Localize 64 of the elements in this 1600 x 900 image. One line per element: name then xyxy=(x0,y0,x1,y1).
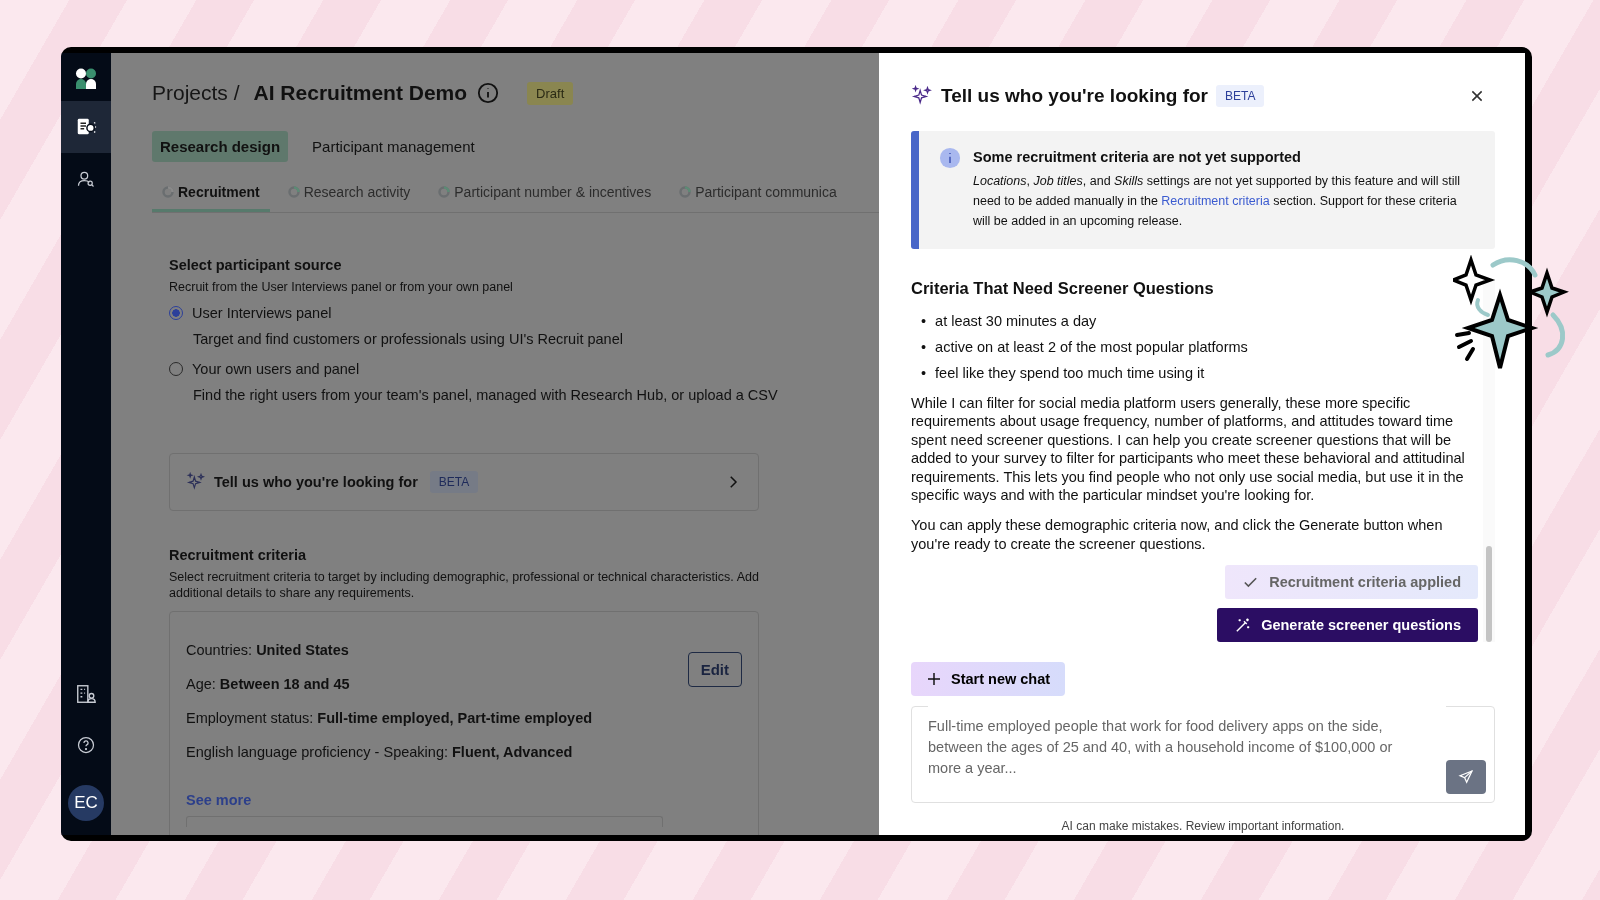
progress-ring-icon xyxy=(679,186,692,198)
recruitment-criteria-link[interactable]: Recruitment criteria xyxy=(1161,194,1270,208)
alert-text: Locations, Job titles, and Skills settings are not yet supported by this feature and will still need to be added manually in the Recruitment criteria section. Support for these criteria will be added in an upcoming release. xyxy=(973,173,1462,230)
bullet-item: feel like they spend too much time using it xyxy=(935,364,1205,383)
criteria-item: English language proficiency - Speaking: Fluent, Advanced xyxy=(186,744,574,760)
option-description: Target and find customers or professionals using UI's Recruit panel xyxy=(193,331,624,347)
option-label: User Interviews panel xyxy=(192,305,332,321)
building-people-icon[interactable] xyxy=(75,683,97,705)
message-paragraph: You can apply these demographic criteria now, and click the Generate button when you're ready to create the screener questions. xyxy=(911,516,1444,554)
nav-item[interactable] xyxy=(61,101,111,153)
plus-icon xyxy=(926,671,942,688)
option-description: Find the right users from your team's panel, managed with Research Hub, or upload a CSV xyxy=(193,387,779,403)
section-description: Recruit from the User Interviews panel or from your own panel xyxy=(169,279,514,295)
section-title: Select participant source xyxy=(169,257,343,273)
chat-input[interactable]: Full-time employed people that work for food delivery apps on the side, between the ages of 25 and 40, with a household income of $100,000 or more a year... xyxy=(911,706,1495,804)
project-title: AI Recruitment Demo xyxy=(253,81,468,105)
scrollbar[interactable] xyxy=(1486,546,1492,643)
progress-ring-icon xyxy=(438,186,451,198)
sparkles-icon xyxy=(186,472,206,492)
ai-assistant-card[interactable]: Tell us who you're looking for BETA xyxy=(169,453,759,511)
criteria-item: Countries: United States xyxy=(186,642,350,658)
person-search-icon xyxy=(76,169,96,189)
new-chat-button[interactable]: Start new chat xyxy=(911,662,1066,697)
card-title: Tell us who you're looking for xyxy=(214,474,418,490)
bullet-item: at least 30 minutes a day xyxy=(935,312,1097,331)
close-icon[interactable] xyxy=(1469,88,1485,104)
radio-button[interactable] xyxy=(169,306,183,320)
send-button[interactable] xyxy=(1446,760,1486,795)
bullet-marker: • xyxy=(921,338,927,357)
criteria-item: Employment status: Full-time employed, Part-time employed xyxy=(186,710,593,726)
logo-icon[interactable] xyxy=(74,67,98,91)
sub-tab[interactable]: Recruitment xyxy=(152,180,270,212)
sub-tab[interactable]: Research activity xyxy=(277,180,421,212)
user-avatar[interactable]: EC xyxy=(68,785,104,821)
alert-title: Some recruitment criteria are not yet supported xyxy=(973,149,1302,165)
breadcrumb-link[interactable]: Projects / xyxy=(152,81,240,105)
bullet-item: active on at least 2 of the most popular platforms xyxy=(935,338,1248,357)
option-label: Your own users and panel xyxy=(192,361,360,377)
see-more-link[interactable]: See more xyxy=(186,792,742,808)
sub-tab[interactable]: Participant communica xyxy=(669,180,847,212)
bullet-marker: • xyxy=(921,312,927,331)
info-icon[interactable] xyxy=(477,82,500,104)
generate-button[interactable]: Generate screener questions xyxy=(1217,608,1478,643)
bullet-marker: • xyxy=(921,364,927,383)
sub-tab[interactable]: Participant number & incentives xyxy=(428,180,662,212)
progress-ring-icon xyxy=(162,186,174,198)
disclaimer-text: AI can make mistakes. Review important information. xyxy=(1060,819,1346,834)
panel-title: Tell us who you're looking for xyxy=(941,85,1208,107)
status-badge: Draft xyxy=(527,81,574,105)
edit-button[interactable]: Edit xyxy=(687,652,742,687)
beta-badge: BETA xyxy=(1216,85,1265,107)
message-paragraph: While I can filter for social media platform users generally, these more specific requirements about usage frequency, number of platforms, and attitudes toward time spent need screener questions. I can help you create screener questions that will be added to your survey to filter for participants who meet these behavioral and attitudinal requirements. This lets you find people who not only use social media, but use it in the specific ways and with the particular mindset you're looking for. xyxy=(911,394,1466,505)
tab[interactable]: Participant management xyxy=(304,131,483,162)
tab[interactable]: Research design xyxy=(152,131,289,162)
send-icon xyxy=(1458,769,1474,786)
beta-badge: BETA xyxy=(429,471,479,493)
message-heading: Criteria That Need Screener Questions xyxy=(911,279,1215,298)
info-icon xyxy=(939,147,961,169)
criteria-item: Age: Between 18 and 45 xyxy=(186,676,351,692)
help-icon[interactable] xyxy=(76,735,96,755)
progress-ring-icon xyxy=(287,186,300,198)
magic-wand-icon xyxy=(1234,616,1252,634)
section-description: Select recruitment criteria to target by including demographic, professional or technical characteristics. Add additional details to share any requirements. xyxy=(169,569,759,601)
section-title: Recruitment criteria xyxy=(169,547,307,563)
